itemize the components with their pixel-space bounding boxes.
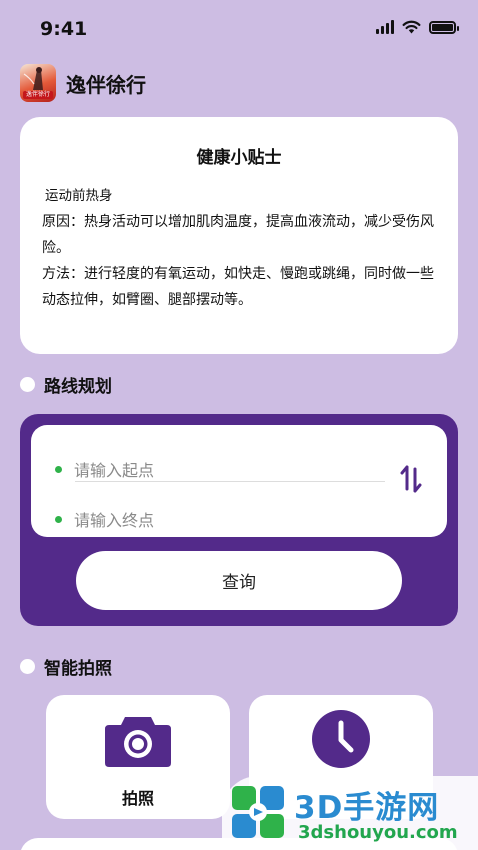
- app-logo-label: 逸伴徐行: [23, 91, 53, 99]
- tips-title: 健康小贴士: [196, 148, 282, 168]
- app-header: 逸伴徐行 逸伴徐行: [20, 64, 146, 102]
- route-inputs: 请输入起点 请输入终点: [31, 425, 447, 537]
- clock-icon: [312, 710, 370, 768]
- section-bullet-icon: [20, 659, 35, 674]
- photo-section-heading: 智能拍照: [20, 654, 112, 679]
- watermark-url: 3dshouyou.com: [298, 822, 458, 843]
- photo-section-title: 智能拍照: [44, 659, 112, 679]
- route-section-title: 路线规划: [44, 377, 112, 397]
- status-icons: [376, 20, 459, 34]
- take-photo-label: 拍照: [121, 789, 154, 808]
- query-button[interactable]: 查询: [76, 551, 402, 610]
- status-bar: 9:41: [0, 0, 478, 58]
- take-photo-card[interactable]: 拍照: [46, 695, 230, 819]
- battery-icon: [429, 20, 459, 34]
- wifi-icon: [402, 20, 421, 34]
- end-input[interactable]: 请输入终点: [55, 507, 154, 531]
- end-dot-icon: [55, 515, 62, 523]
- tips-method: 方法：进行轻度的有氧运动，如快走、慢跑或跳绳，同时做一些动态拉伸，如臂圈、腿部摆…: [42, 266, 434, 308]
- status-time: 9:41: [40, 18, 88, 40]
- camera-icon: [105, 717, 171, 767]
- watermark-logo-icon: [232, 786, 284, 838]
- end-input-placeholder: 请输入终点: [74, 511, 155, 530]
- start-input[interactable]: 请输入起点: [55, 457, 154, 481]
- section-bullet-icon: [20, 377, 35, 392]
- tips-reason: 原因：热身活动可以增加肌肉温度，提高血液流动，减少受伤风险。: [42, 214, 434, 256]
- app-logo: 逸伴徐行: [20, 64, 56, 102]
- app-title: 逸伴徐行: [66, 72, 146, 97]
- watermark: 3D手游网 3dshouyou.com: [222, 776, 478, 850]
- health-tips-card: 健康小贴士 运动前热身 原因：热身活动可以增加肌肉温度，提高血液流动，减少受伤风…: [20, 117, 458, 354]
- swap-icon[interactable]: [399, 465, 423, 493]
- start-input-placeholder: 请输入起点: [74, 461, 155, 480]
- cellular-signal-icon: [376, 20, 394, 34]
- start-dot-icon: [55, 465, 62, 473]
- tips-subtitle: 运动前热身: [45, 188, 113, 204]
- route-panel: 请输入起点 请输入终点 查询: [20, 414, 458, 626]
- app-screen: 9:41 逸伴徐行 逸伴徐行 健康小贴士 运动前热身 原因：热身活动可以增加肌肉…: [0, 0, 478, 850]
- route-divider: [75, 481, 385, 482]
- watermark-title: 3D手游网: [294, 790, 440, 826]
- route-section-heading: 路线规划: [20, 372, 112, 397]
